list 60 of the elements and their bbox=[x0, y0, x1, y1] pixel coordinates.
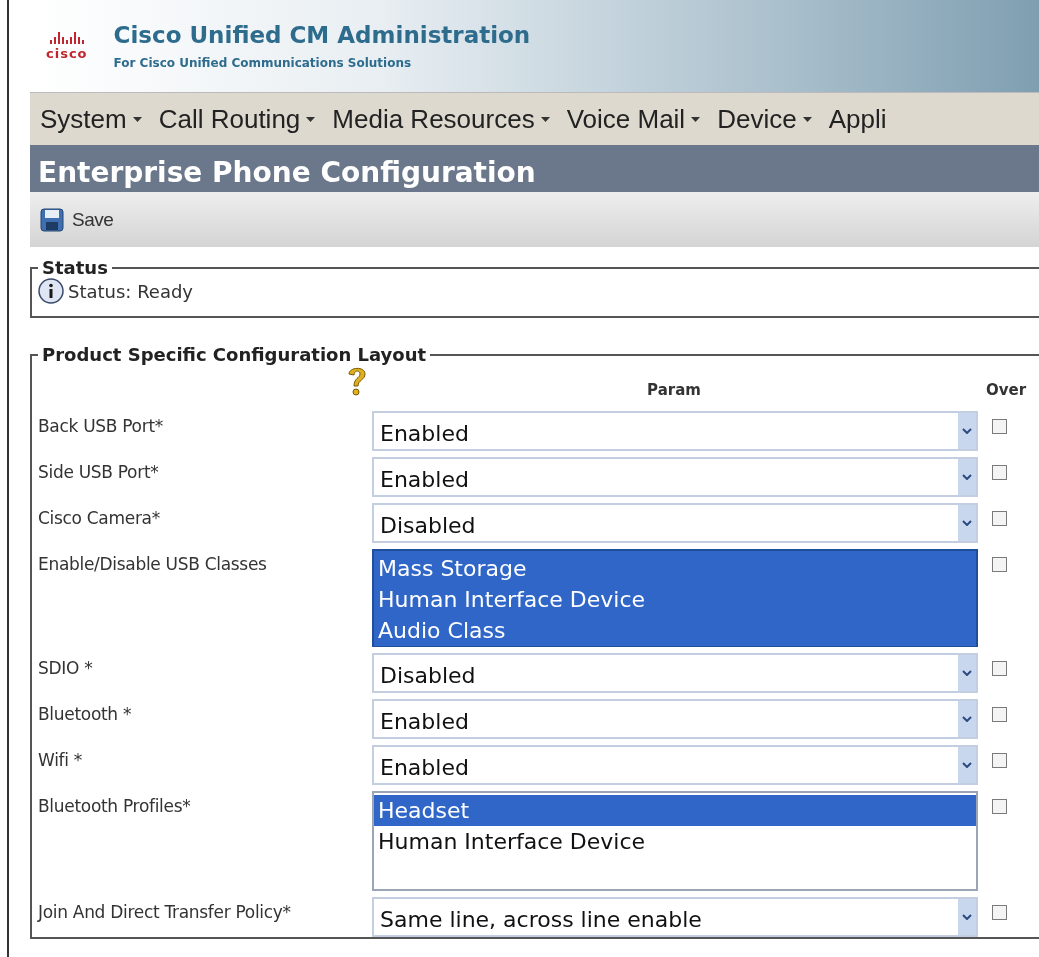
save-button[interactable]: Save bbox=[40, 207, 114, 232]
caret-icon bbox=[132, 116, 142, 122]
list-box[interactable]: Headset Human Interface Device bbox=[372, 791, 978, 891]
chevron-down-icon bbox=[962, 716, 972, 722]
menu-item[interactable]: Call Routing bbox=[158, 103, 316, 135]
dropdown-field[interactable]: Enabled bbox=[372, 699, 978, 739]
caret-icon bbox=[306, 116, 316, 122]
chevron-down-icon bbox=[962, 914, 972, 920]
chevron-down-icon bbox=[962, 762, 972, 768]
field-label: Wifi * bbox=[38, 749, 83, 770]
status-legend: Status bbox=[38, 257, 112, 278]
dropdown-field[interactable]: Enabled bbox=[372, 745, 978, 785]
menu-item[interactable]: Voice Mail bbox=[566, 103, 701, 135]
chevron-down-icon bbox=[962, 428, 972, 434]
override-checkbox[interactable] bbox=[992, 661, 1007, 676]
menu-item[interactable]: System bbox=[40, 103, 142, 135]
app-subtitle: For Cisco Unified Communications Solutions bbox=[113, 56, 413, 70]
field-label: Side USB Port* bbox=[38, 461, 160, 482]
override-checkbox[interactable] bbox=[992, 753, 1007, 768]
override-checkbox[interactable] bbox=[992, 707, 1007, 722]
override-checkbox[interactable] bbox=[992, 799, 1007, 814]
field-label: Join And Direct Transfer Policy* bbox=[38, 901, 292, 922]
menu-item[interactable]: Media Resources bbox=[332, 103, 550, 135]
override-checkbox[interactable] bbox=[992, 419, 1007, 434]
info-icon bbox=[38, 278, 64, 304]
field-label: Enable/Disable USB Classes bbox=[38, 553, 268, 574]
list-option[interactable]: Human Interface Device bbox=[374, 826, 976, 857]
dropdown-field[interactable]: Enabled bbox=[372, 457, 978, 497]
chevron-down-icon bbox=[962, 474, 972, 480]
caret-icon bbox=[691, 116, 701, 122]
config-legend: Product Specific Configuration Layout bbox=[38, 344, 431, 365]
menu-item[interactable]: Device bbox=[717, 103, 812, 135]
dropdown-field[interactable]: Disabled bbox=[372, 503, 978, 543]
field-label: SDIO * bbox=[38, 657, 94, 678]
dropdown-field[interactable]: Enabled bbox=[372, 411, 978, 451]
menu-item[interactable]: Appli bbox=[828, 103, 887, 135]
app-title: Cisco Unified CM Administration bbox=[113, 22, 531, 48]
dropdown-field[interactable]: Same line, across line enable bbox=[372, 897, 978, 937]
column-header: Over bbox=[985, 381, 1027, 401]
list-box[interactable]: Mass Storage Human Interface Device Audio Class bbox=[372, 549, 978, 647]
chevron-down-icon bbox=[962, 520, 972, 526]
list-option[interactable]: Headset bbox=[374, 795, 976, 826]
page-title: Enterprise Phone Configuration bbox=[30, 145, 1039, 192]
override-checkbox[interactable] bbox=[992, 465, 1007, 480]
column-header: Param bbox=[647, 381, 701, 401]
field-label: Bluetooth * bbox=[38, 703, 133, 724]
logo-text: cisco bbox=[46, 45, 88, 61]
caret-icon bbox=[540, 116, 550, 122]
override-checkbox[interactable] bbox=[992, 557, 1007, 572]
caret-icon bbox=[802, 116, 812, 122]
dropdown-field[interactable]: Disabled bbox=[372, 653, 978, 693]
field-label: Back USB Port* bbox=[38, 415, 164, 436]
help-question-icon[interactable] bbox=[346, 365, 368, 397]
field-label: Bluetooth Profiles* bbox=[38, 795, 192, 816]
status-message: Status: Ready bbox=[68, 280, 194, 302]
chevron-down-icon bbox=[962, 670, 972, 676]
override-checkbox[interactable] bbox=[992, 511, 1007, 526]
override-checkbox[interactable] bbox=[992, 905, 1007, 920]
logo-bars-icon bbox=[49, 31, 84, 44]
field-label: Cisco Camera* bbox=[38, 507, 161, 528]
